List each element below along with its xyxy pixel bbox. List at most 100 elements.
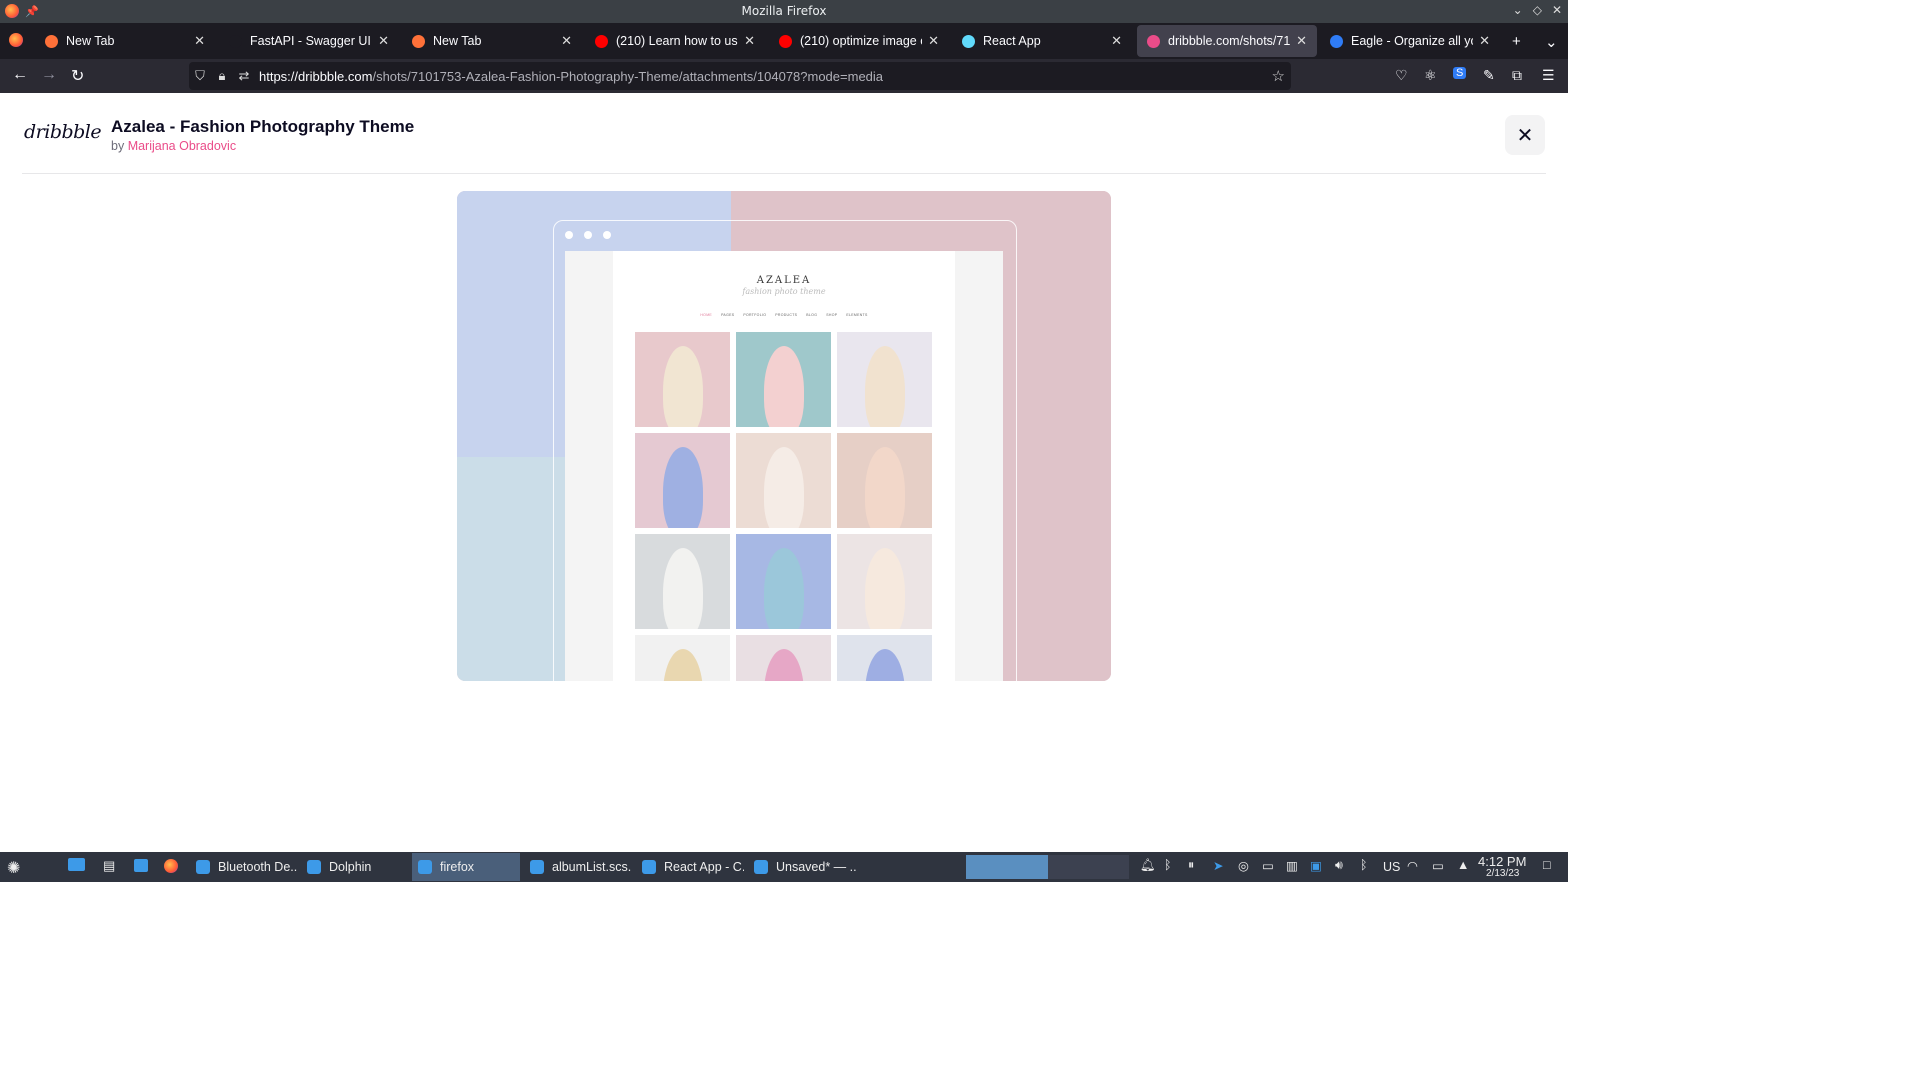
nav-bar: ← → ↻ ⛉ 🔒︎ ⇄ https://dribbble.com/shots/… — [0, 59, 1568, 93]
taskbar-item[interactable]: albumList.scs... — [524, 853, 632, 881]
author-link[interactable]: Marijana Obradovic — [128, 139, 236, 153]
tab-close-icon[interactable]: ✕ — [194, 33, 205, 49]
tab-label: dribbble.com/shots/71017 — [1168, 34, 1291, 48]
mock-photo-figure — [764, 649, 804, 681]
tab-label: React App — [983, 34, 1041, 48]
mock-photo-figure — [865, 548, 905, 629]
mock-brand-sub: fashion photo theme — [742, 287, 826, 296]
mock-menu-item: BLOG — [806, 313, 818, 317]
mock-photo-tile — [635, 433, 730, 528]
bookmark-star-icon[interactable]: ☆ — [1272, 67, 1285, 85]
tab-label: FastAPI - Swagger UI — [250, 34, 371, 48]
dribbble-icon — [1147, 34, 1160, 48]
back-icon[interactable]: ← — [12, 66, 28, 84]
pocket-icon[interactable]: ♡ — [1395, 67, 1408, 84]
taskbar-item-label: Dolphin — [329, 860, 372, 874]
tab[interactable]: New Tab ✕ — [35, 25, 215, 57]
mock-photo-tile — [837, 332, 932, 427]
permissions-icon[interactable]: ⇄ — [233, 68, 255, 84]
battery-icon[interactable]: ▭ — [1432, 858, 1444, 873]
list-all-tabs-icon[interactable]: ⌄ — [1545, 33, 1558, 51]
app-icon — [754, 860, 768, 874]
tab[interactable]: New Tab ✕ — [402, 25, 582, 57]
tab[interactable]: (210) Learn how to use Fig ✕ — [585, 25, 765, 57]
window-title: Mozilla Firefox — [741, 4, 827, 18]
taskbar-item[interactable]: React App - C... — [636, 853, 744, 881]
close-window-icon[interactable]: ✕ — [1552, 3, 1562, 17]
firefox-icon — [412, 34, 425, 48]
terminal-launcher-icon[interactable]: ▤ — [103, 858, 115, 874]
display-icon[interactable]: ▣ — [1310, 858, 1322, 873]
mock-photo-tile — [837, 433, 932, 528]
tab[interactable]: FastAPI - Swagger UI ✕ — [219, 25, 399, 57]
url-bar[interactable]: ⛉ 🔒︎ ⇄ https://dribbble.com/shots/710175… — [189, 62, 1291, 90]
menu-icon[interactable]: ☰ — [1542, 67, 1555, 84]
bluetooth-status-icon[interactable]: ᛒ — [1360, 858, 1368, 872]
tab-close-icon[interactable]: ✕ — [1479, 33, 1490, 49]
terminal-tray-icon[interactable]: ▭ — [1262, 858, 1274, 873]
dribbble-logo[interactable]: dribbble — [24, 121, 102, 143]
shot-image[interactable]: AZALEA fashion photo theme HOME PAGES PORT… — [457, 191, 1111, 681]
taskbar: ✺ ▤ Bluetooth De... Dolphin firefox albumLi… — [0, 852, 1568, 882]
extensions-icon[interactable]: ⧉ — [1512, 67, 1522, 84]
files-icon[interactable] — [68, 858, 85, 871]
close-button[interactable]: ✕ — [1505, 115, 1545, 155]
taskbar-item[interactable]: Bluetooth De... — [190, 853, 298, 881]
tab[interactable]: Eagle - Organize all your re ✕ — [1320, 25, 1500, 57]
tab-label: Eagle - Organize all your re — [1351, 34, 1473, 48]
telegram-icon[interactable]: ➤ — [1213, 858, 1223, 873]
bluetooth-tray-icon[interactable]: ᛒ — [1164, 858, 1172, 872]
clock-date[interactable]: 2/13/23 — [1486, 868, 1519, 879]
show-desktop-icon[interactable]: □ — [1543, 858, 1551, 872]
clipboard-icon[interactable]: ▥ — [1286, 858, 1298, 873]
firefox-view-icon[interactable] — [9, 33, 23, 47]
tab-label: New Tab — [66, 34, 115, 48]
virtual-desktops-pager[interactable] — [966, 855, 1129, 879]
pause-icon[interactable]: ⏸︎ — [1188, 858, 1194, 873]
maximize-icon[interactable]: ◇ — [1533, 3, 1542, 17]
tab-label: (210) Learn how to use Fig — [616, 34, 738, 48]
mock-menu-item: PAGES — [721, 313, 735, 317]
fastapi-icon — [229, 34, 242, 48]
tab-close-icon[interactable]: ✕ — [1111, 33, 1122, 49]
taskbar-item[interactable]: firefox — [412, 853, 520, 881]
tab[interactable]: React App ✕ — [952, 25, 1132, 57]
forward-icon[interactable]: → — [41, 66, 57, 84]
react-devtools-icon[interactable]: ⚛ — [1424, 67, 1437, 84]
taskbar-item[interactable]: Dolphin — [301, 853, 409, 881]
minimize-icon[interactable]: ⌄ — [1513, 3, 1523, 17]
notifications-icon[interactable]: 🔔︎ — [1140, 858, 1156, 873]
tab-close-icon[interactable]: ✕ — [561, 33, 572, 49]
new-tab-icon[interactable]: + — [1512, 33, 1521, 50]
extension-badge-icon[interactable]: ✎ — [1483, 67, 1495, 84]
tab-label: (210) optimize image css k — [800, 34, 922, 48]
tray-expand-icon[interactable]: ▲ — [1457, 858, 1469, 872]
mock-photo-figure — [865, 346, 905, 427]
store-icon[interactable] — [134, 859, 148, 872]
taskbar-item[interactable]: Unsaved* — ... — [748, 853, 856, 881]
tab-close-icon[interactable]: ✕ — [744, 33, 755, 49]
firefox-icon — [45, 34, 58, 48]
lock-icon[interactable]: 🔒︎ — [211, 68, 233, 84]
wifi-icon[interactable]: ◠ — [1407, 858, 1418, 873]
tab[interactable]: (210) optimize image css k ✕ — [769, 25, 949, 57]
kdeconnect-icon[interactable]: ◎ — [1238, 858, 1249, 873]
reload-icon[interactable]: ↻ — [71, 66, 84, 86]
tab-close-icon[interactable]: ✕ — [928, 33, 939, 49]
app-launcher-icon[interactable]: ✺ — [7, 858, 20, 878]
mock-photo-grid — [635, 332, 933, 681]
tab[interactable]: dribbble.com/shots/71017 ✕ — [1137, 25, 1317, 57]
mock-photo-tile — [736, 534, 831, 629]
mock-photo-tile — [837, 534, 932, 629]
tab-close-icon[interactable]: ✕ — [378, 33, 389, 49]
tracking-protection-icon[interactable]: ⛉ — [189, 68, 211, 84]
firefox-launcher-icon[interactable] — [164, 859, 178, 873]
keyboard-layout[interactable]: US — [1383, 860, 1400, 874]
react-icon — [962, 34, 975, 48]
tab-close-icon[interactable]: ✕ — [1296, 33, 1307, 49]
clock-time[interactable]: 4:12 PM — [1478, 854, 1526, 869]
shot-byline: by Marijana Obradovic — [111, 139, 236, 153]
volume-icon[interactable]: 🔊︎ — [1335, 858, 1343, 873]
url-text[interactable]: https://dribbble.com/shots/7101753-Azale… — [259, 69, 883, 84]
extension-s-icon[interactable]: S — [1453, 67, 1467, 79]
